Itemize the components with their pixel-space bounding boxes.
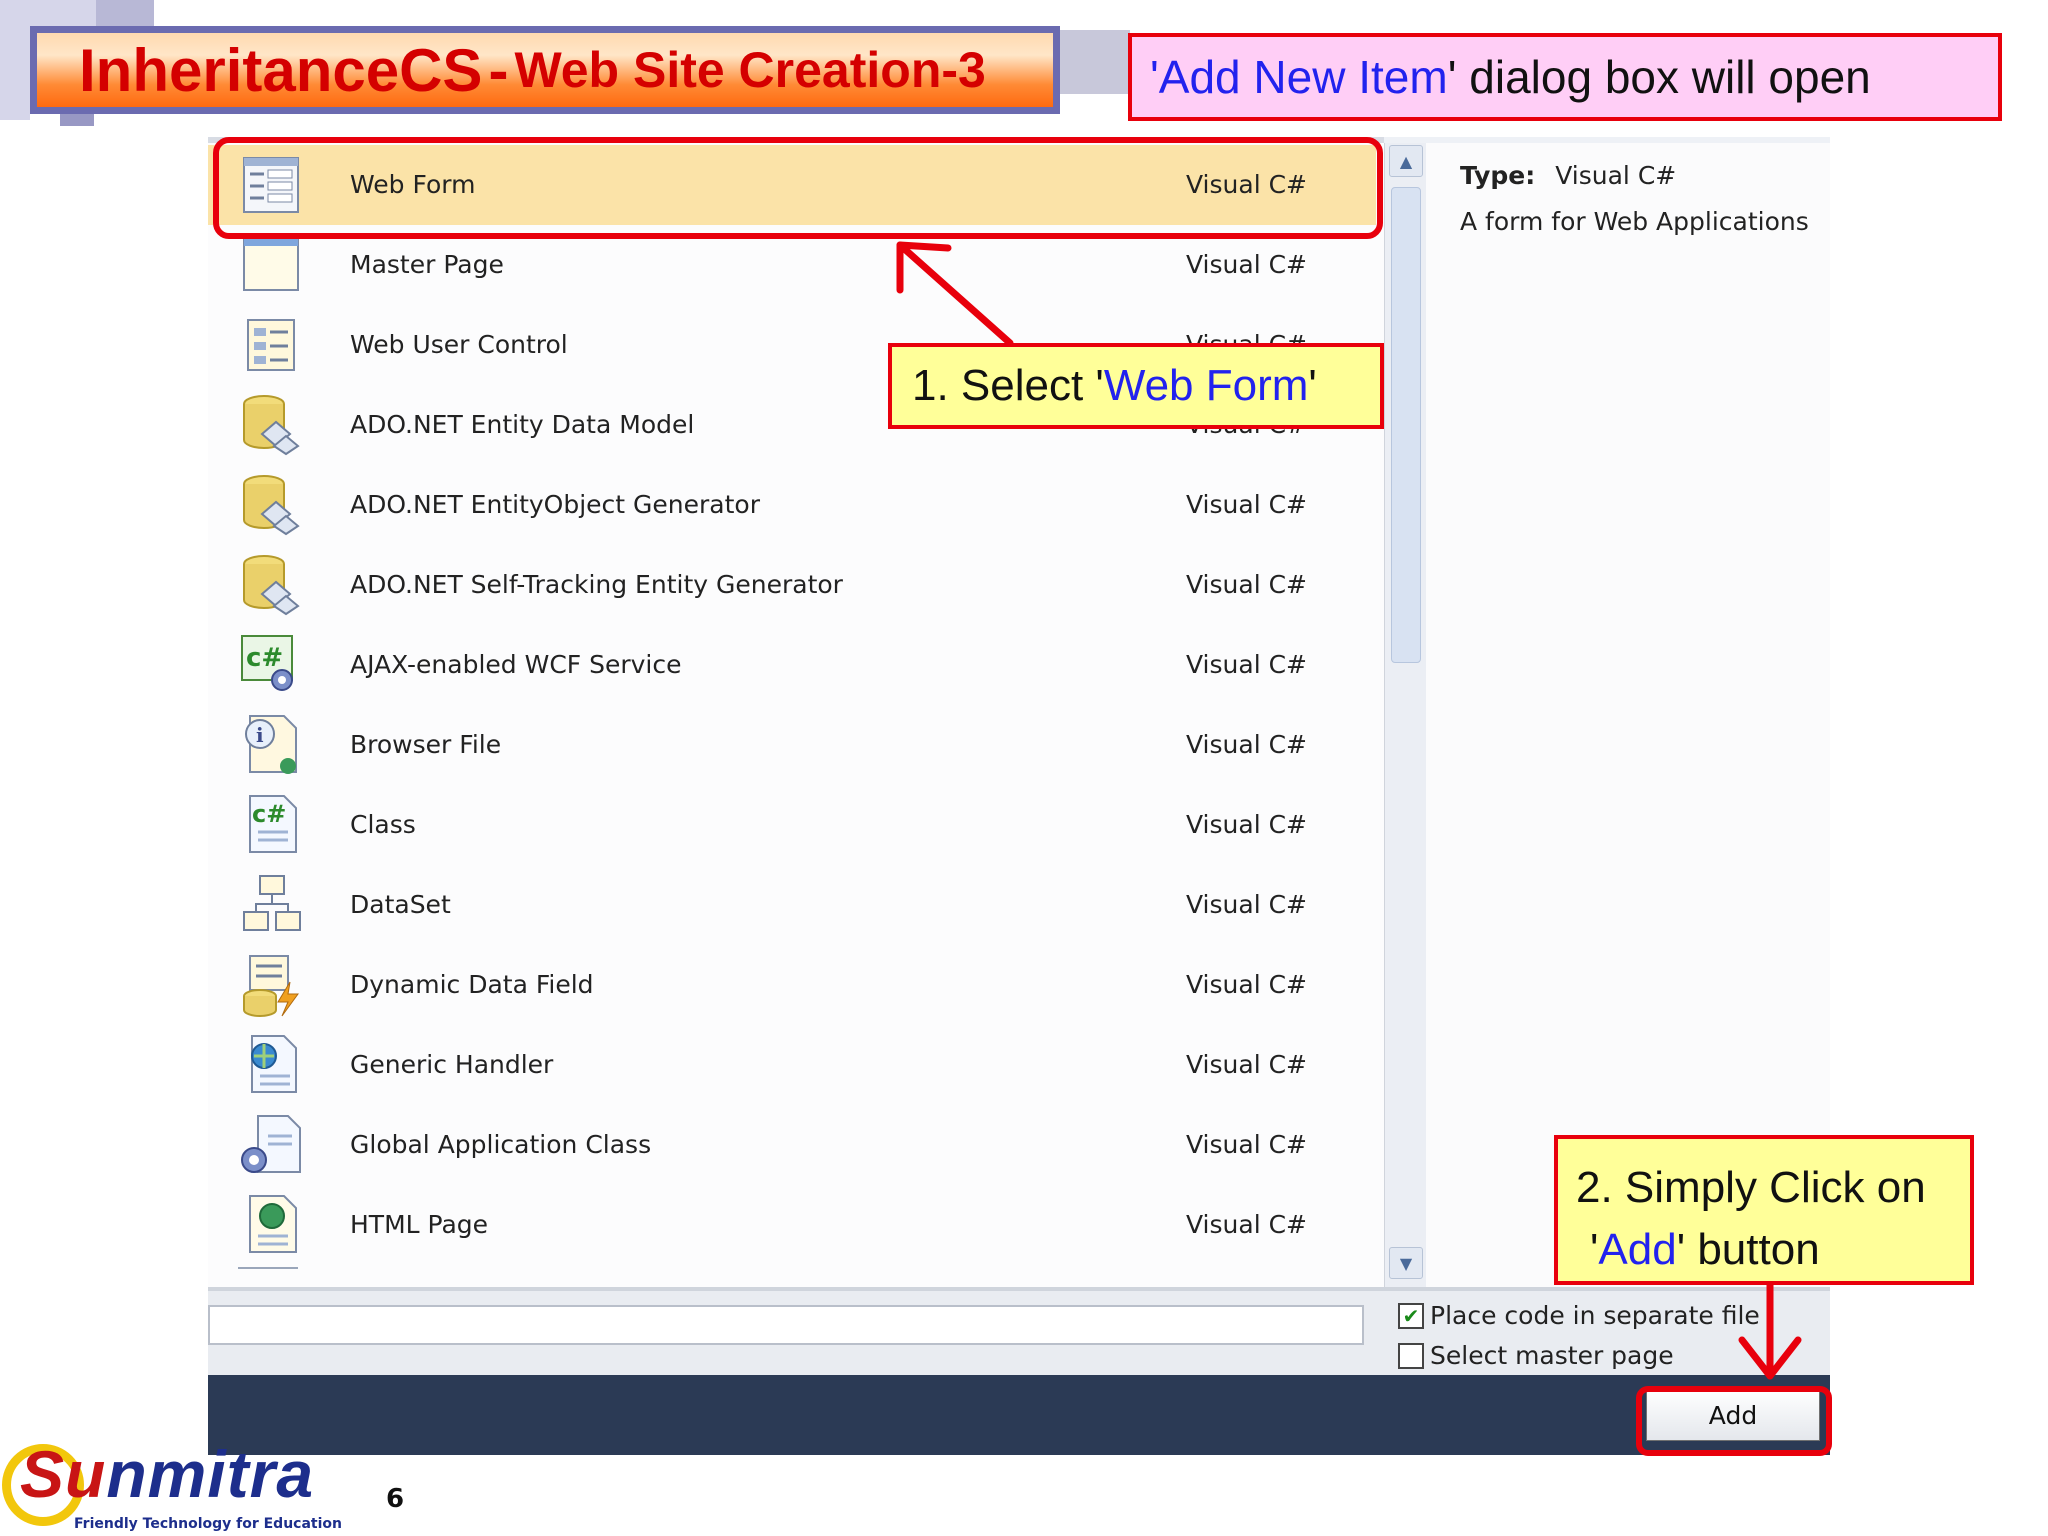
sunmitra-logo: Sunmitra Friendly Technology for Educati…	[0, 1436, 342, 1536]
page-number: 6	[386, 1484, 405, 1514]
arrow-to-web-form	[896, 241, 1014, 347]
logo-text: Sunmitra	[20, 1437, 315, 1511]
logo-tagline: Friendly Technology for Education	[74, 1516, 342, 1532]
annotation-arrows	[896, 241, 1802, 1380]
arrow-to-add-button	[1738, 1281, 1802, 1380]
